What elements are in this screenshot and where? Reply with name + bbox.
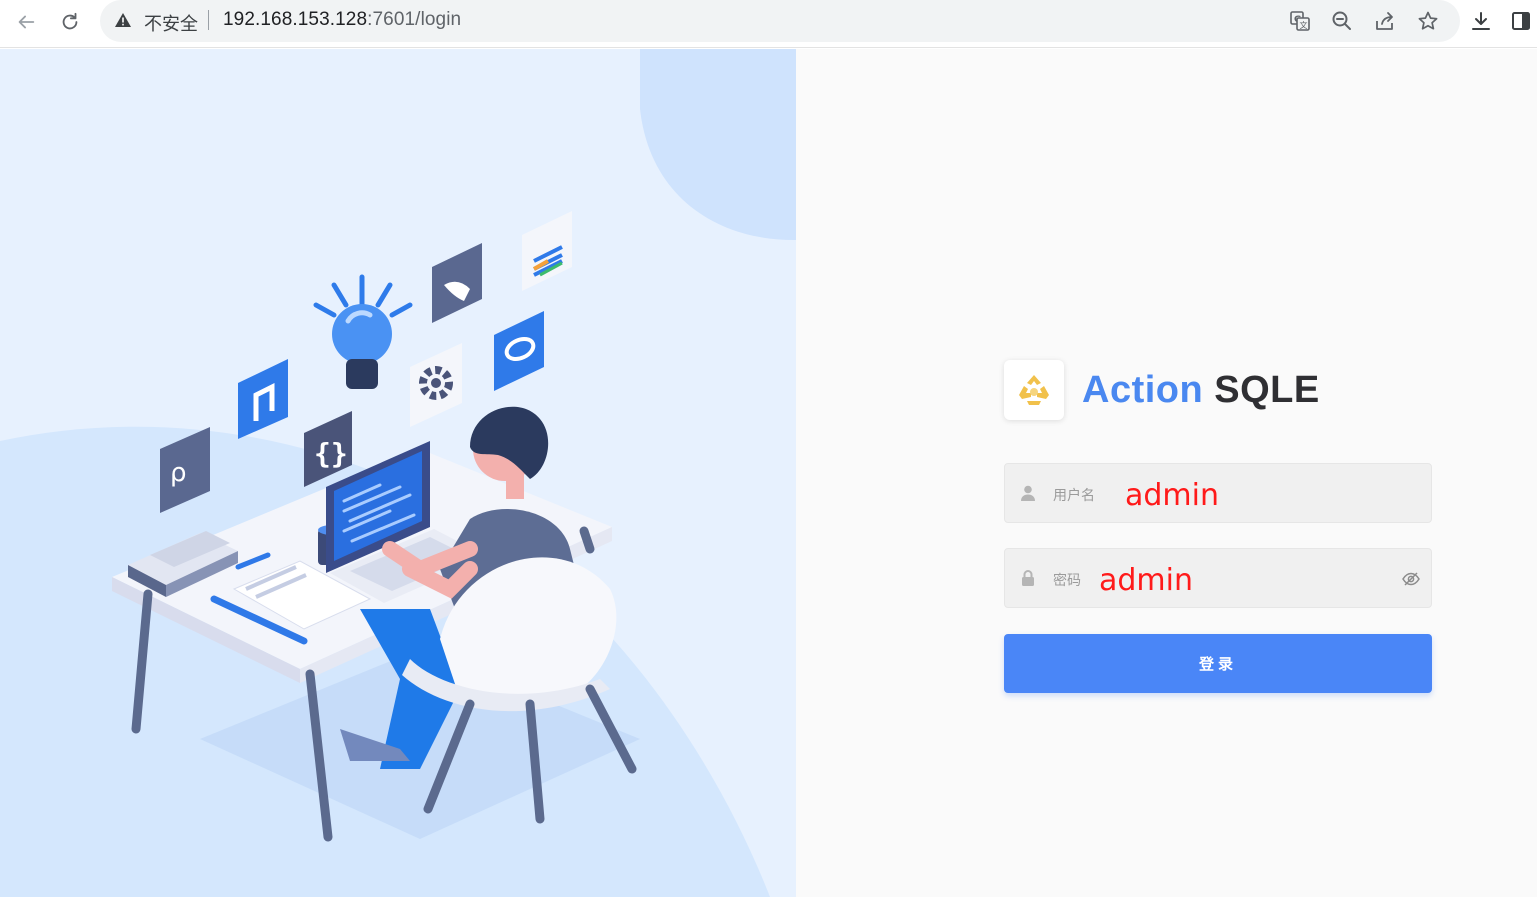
login-page: ρ {} Action SQLE 用户名 admin 密码 admin 登录 (0, 49, 1537, 897)
translate-icon[interactable]: G文 (1288, 9, 1312, 33)
lock-icon (1019, 569, 1037, 587)
username-placeholder: 用户名 (1053, 487, 1095, 503)
database-icon-5 (522, 211, 572, 291)
login-button[interactable]: 登录 (1004, 634, 1432, 693)
password-value[interactable]: admin (1099, 563, 1193, 598)
database-icon-3 (432, 243, 482, 323)
zoom-out-icon[interactable] (1330, 9, 1354, 33)
svg-text:文: 文 (1300, 20, 1308, 30)
download-icon[interactable] (1468, 8, 1494, 34)
browser-toolbar: 不安全 192.168.153.128:7601/login G文 (0, 0, 1537, 48)
url-host: 192.168.153.128 (223, 9, 368, 30)
eye-invisible-icon[interactable] (1401, 569, 1421, 589)
database-icon-2 (238, 359, 288, 439)
app-title: Action SQLE (1082, 369, 1320, 412)
security-label[interactable]: 不安全 (144, 10, 198, 36)
divider (208, 10, 209, 30)
lightbulb-icon (313, 274, 413, 389)
share-icon[interactable] (1373, 9, 1397, 33)
password-field[interactable]: 密码 admin (1004, 548, 1432, 608)
app-title-rest: SQLE (1214, 368, 1320, 411)
user-icon (1019, 484, 1037, 502)
brand: Action SQLE (1004, 359, 1320, 421)
address-bar[interactable]: 不安全 192.168.153.128:7601/login G文 (100, 0, 1460, 42)
gear-icon (410, 343, 462, 427)
workspace-illustration: ρ {} (0, 49, 796, 897)
bookmark-star-icon[interactable] (1416, 9, 1440, 33)
svg-text:{}: {} (314, 437, 348, 470)
username-field[interactable]: 用户名 admin (1004, 463, 1432, 523)
app-title-accent: Action (1082, 368, 1204, 411)
illustration-panel: ρ {} (0, 49, 796, 897)
login-panel: Action SQLE 用户名 admin 密码 admin 登录 (796, 49, 1537, 897)
action-sqle-logo-icon (1004, 360, 1064, 420)
database-icon-4 (494, 311, 544, 391)
side-panel-icon[interactable] (1508, 8, 1534, 34)
password-placeholder: 密码 (1053, 572, 1081, 588)
svg-text:ρ: ρ (170, 458, 187, 488)
reload-icon[interactable] (56, 8, 84, 36)
url-text[interactable]: 192.168.153.128:7601/login (223, 9, 461, 31)
back-arrow-icon[interactable] (12, 8, 40, 36)
url-path: :7601/login (367, 9, 462, 30)
warning-icon[interactable] (114, 12, 132, 33)
username-value[interactable]: admin (1125, 478, 1219, 513)
